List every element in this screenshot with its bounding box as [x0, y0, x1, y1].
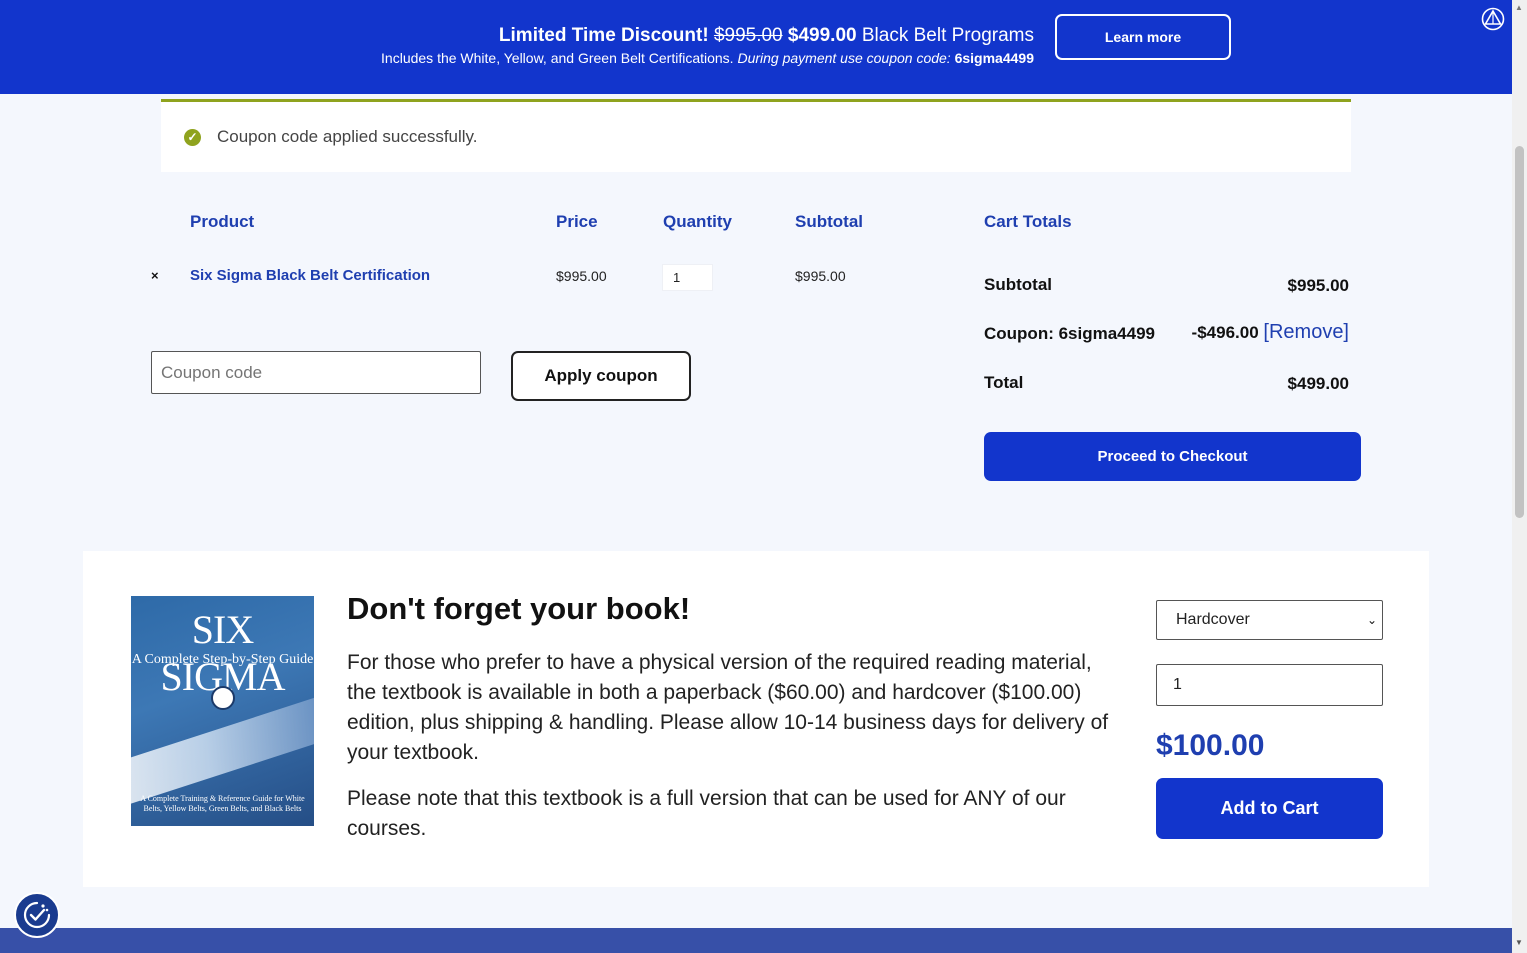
header-quantity: Quantity	[663, 212, 732, 231]
check-circle-icon: ✓	[184, 129, 201, 146]
triangle-circle-icon[interactable]	[1481, 7, 1505, 31]
remove-coupon-link[interactable]: [Remove]	[1263, 321, 1349, 343]
coupon-success-notice: ✓ Coupon code applied successfully.	[161, 99, 1351, 172]
page-scrollbar[interactable]: ▲ ▼	[1512, 0, 1527, 953]
accessibility-button[interactable]	[14, 892, 60, 938]
promo-subline: Includes the White, Yellow, and Green Be…	[381, 50, 734, 66]
promo-headline-rest: Black Belt Programs	[861, 25, 1034, 46]
book-cover-subtitle: A Complete Step-by-Step Guide	[131, 652, 314, 667]
promo-subline-italic: During payment use coupon code:	[737, 50, 951, 66]
header-product: Product	[190, 212, 255, 231]
book-quantity-input[interactable]: 1	[1156, 664, 1383, 706]
book-heading: Don't forget your book!	[347, 591, 691, 626]
book-format-value: Hardcover	[1176, 611, 1250, 628]
footer-bar	[0, 928, 1512, 953]
promo-banner: Limited Time Discount! $995.00 $499.00 B…	[0, 0, 1512, 94]
seal-icon	[211, 686, 235, 710]
item-quantity-input[interactable]: 1	[662, 264, 713, 291]
totals-subtotal-value: $995.00	[1287, 276, 1349, 295]
book-format-select[interactable]: Hardcover ⌄	[1156, 600, 1383, 640]
product-link[interactable]: Six Sigma Black Belt Certification	[190, 267, 430, 284]
totals-subtotal-label: Subtotal	[984, 275, 1052, 294]
totals-coupon-label: Coupon: 6sigma4499	[984, 324, 1155, 343]
promo-old-price: $995.00	[713, 25, 783, 46]
proceed-to-checkout-button[interactable]: Proceed to Checkout	[984, 432, 1361, 481]
scroll-thumb[interactable]	[1515, 146, 1524, 518]
remove-item-icon[interactable]: ×	[151, 268, 159, 283]
chevron-down-icon: ⌄	[1366, 613, 1377, 627]
totals-coupon-row-value: -$496.00 [Remove]	[1192, 321, 1349, 344]
promo-text: Limited Time Discount! $995.00 $499.00 B…	[381, 24, 1034, 68]
book-paragraph-1: For those who prefer to have a physical …	[347, 651, 1109, 764]
header-price: Price	[556, 212, 598, 231]
scroll-up-arrow-icon[interactable]: ▲	[1515, 3, 1523, 12]
book-cover-footer: A Complete Training & Reference Guide fo…	[140, 794, 305, 813]
cart-totals-title: Cart Totals	[984, 212, 1072, 231]
item-subtotal: $995.00	[795, 268, 846, 284]
promo-headline: Limited Time Discount!	[498, 25, 709, 46]
item-price: $995.00	[556, 268, 607, 284]
book-upsell-card: SIX SIGMA A Complete Step-by-Step Guide …	[83, 551, 1429, 887]
promo-new-price: $499.00	[787, 25, 857, 46]
totals-total-label: Total	[984, 373, 1024, 392]
book-price: $100.00	[1156, 729, 1265, 762]
add-to-cart-button[interactable]: Add to Cart	[1156, 778, 1383, 839]
book-cover-image: SIX SIGMA A Complete Step-by-Step Guide …	[131, 596, 314, 826]
notice-message: Coupon code applied successfully.	[217, 127, 478, 146]
header-subtotal: Subtotal	[795, 212, 863, 231]
totals-total-value: $499.00	[1287, 374, 1349, 393]
learn-more-button[interactable]: Learn more	[1055, 14, 1231, 60]
coupon-code-input[interactable]	[151, 351, 481, 394]
book-paragraph-2: Please note that this textbook is a full…	[347, 787, 1066, 840]
accessibility-icon	[23, 901, 51, 929]
totals-coupon-value: -$496.00	[1191, 323, 1259, 342]
apply-coupon-button[interactable]: Apply coupon	[511, 351, 691, 401]
promo-coupon-code: 6sigma4499	[954, 50, 1034, 66]
scroll-down-arrow-icon[interactable]: ▼	[1515, 938, 1523, 947]
